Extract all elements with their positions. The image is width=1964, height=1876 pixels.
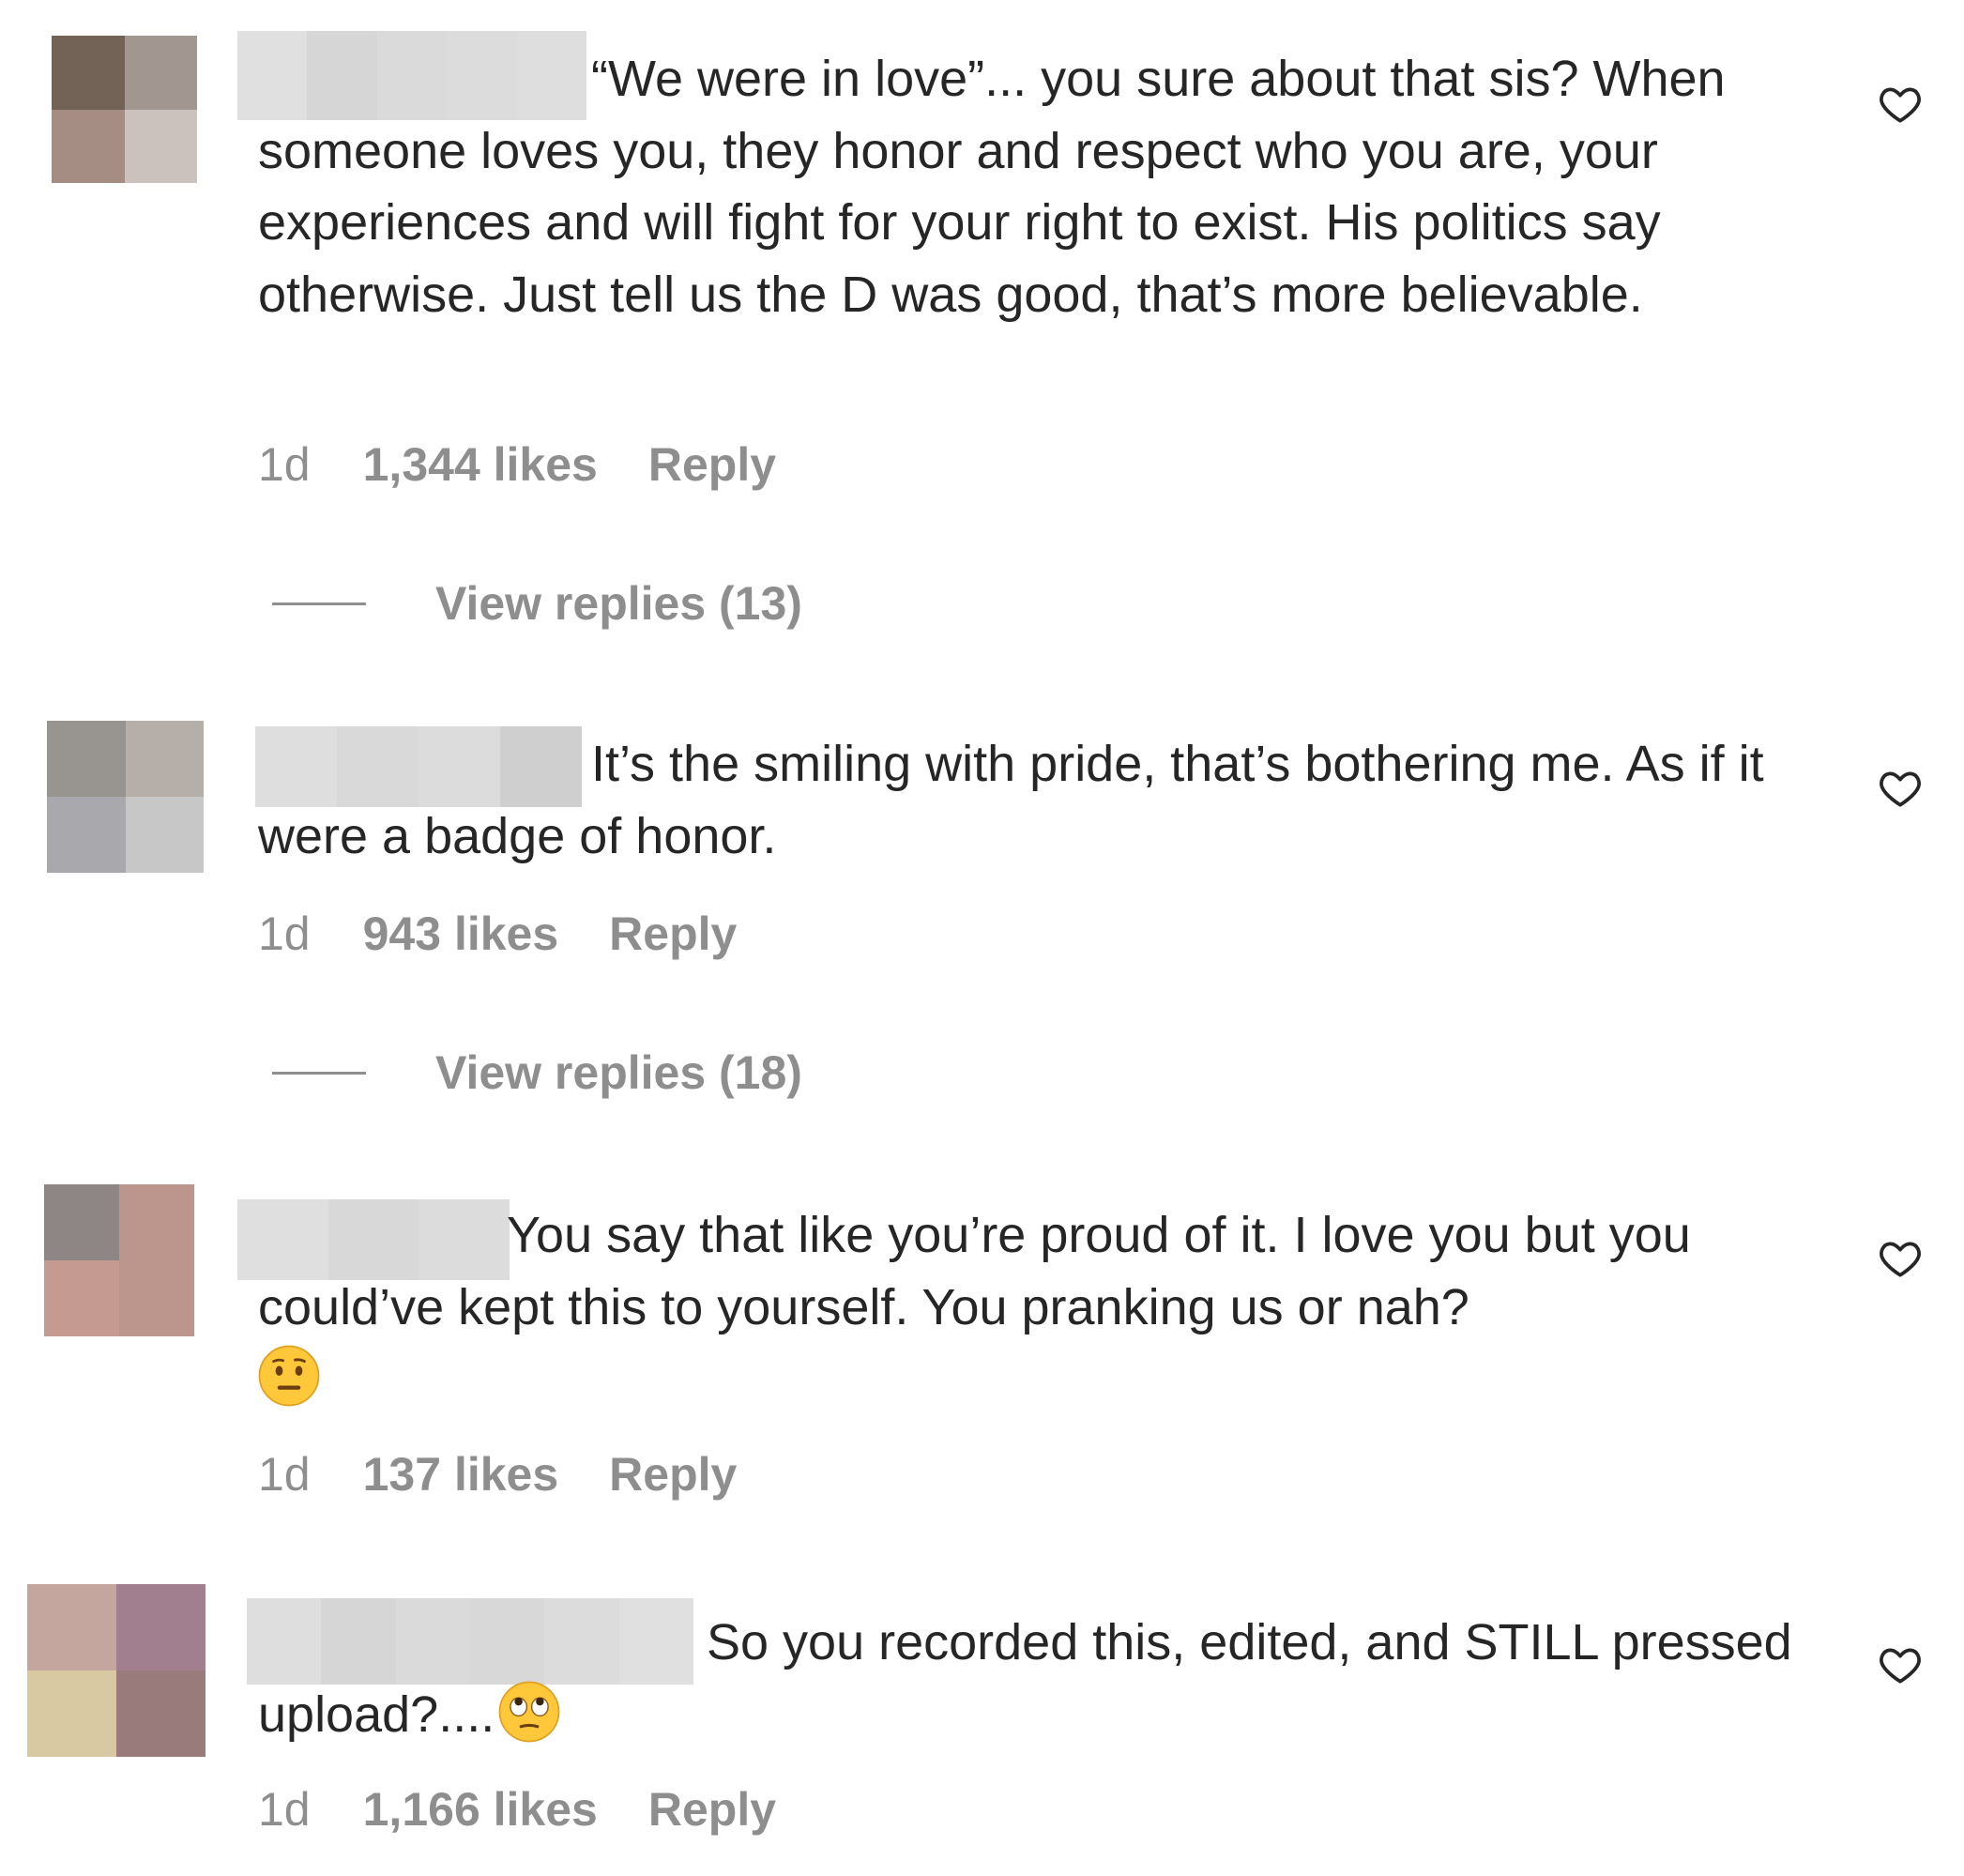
comment-meta: 1d 943 likes Reply — [258, 907, 737, 961]
heart-outline-icon[interactable] — [1877, 765, 1924, 812]
comment-text: “We were in love”... you sure about that… — [258, 51, 1726, 323]
view-replies-button[interactable]: View replies (18) — [272, 1045, 802, 1100]
reply-button[interactable]: Reply — [609, 907, 737, 961]
comment-text: It’s the smiling with pride, that’s both… — [258, 736, 1764, 864]
view-replies-label: View replies (18) — [435, 1046, 802, 1099]
likes-count[interactable]: 1,166 likes — [363, 1782, 598, 1837]
divider-line — [272, 1071, 366, 1075]
likes-count[interactable]: 943 likes — [363, 907, 559, 961]
heart-outline-icon[interactable] — [1877, 1641, 1924, 1688]
likes-count[interactable]: 137 likes — [363, 1447, 559, 1502]
view-replies-button[interactable]: View replies (13) — [272, 576, 802, 631]
avatar[interactable] — [47, 721, 204, 873]
avatar[interactable] — [44, 1184, 194, 1336]
comment-text-body: You say that like you’re proud of it. I … — [258, 1207, 1691, 1335]
divider-line — [272, 602, 366, 605]
comment-meta: 1d 1,344 likes Reply — [258, 437, 776, 492]
heart-outline-icon[interactable] — [1877, 1235, 1924, 1282]
heart-outline-icon[interactable] — [1877, 81, 1924, 128]
likes-count[interactable]: 1,344 likes — [363, 437, 598, 492]
comment-time: 1d — [258, 1783, 311, 1836]
eye-roll-emoji — [498, 1681, 560, 1742]
comment-time: 1d — [258, 1448, 311, 1501]
view-replies-label: View replies (13) — [435, 577, 802, 630]
comment-text-body: So you recorded this, edited, and STILL … — [258, 1614, 1792, 1743]
reply-button[interactable]: Reply — [609, 1447, 737, 1502]
reply-button[interactable]: Reply — [648, 1782, 776, 1837]
avatar[interactable] — [27, 1584, 206, 1757]
comment-time: 1d — [258, 907, 311, 960]
avatar[interactable] — [52, 36, 197, 183]
comment-text: You say that like you’re proud of it. I … — [258, 1199, 1872, 1415]
neutral-face-emoji — [258, 1345, 320, 1407]
reply-button[interactable]: Reply — [648, 437, 776, 492]
comment-meta: 1d 1,166 likes Reply — [258, 1782, 776, 1837]
comment-time: 1d — [258, 438, 311, 491]
comment-text: So you recorded this, edited, and STILL … — [258, 1607, 1872, 1750]
comment-meta: 1d 137 likes Reply — [258, 1447, 737, 1502]
